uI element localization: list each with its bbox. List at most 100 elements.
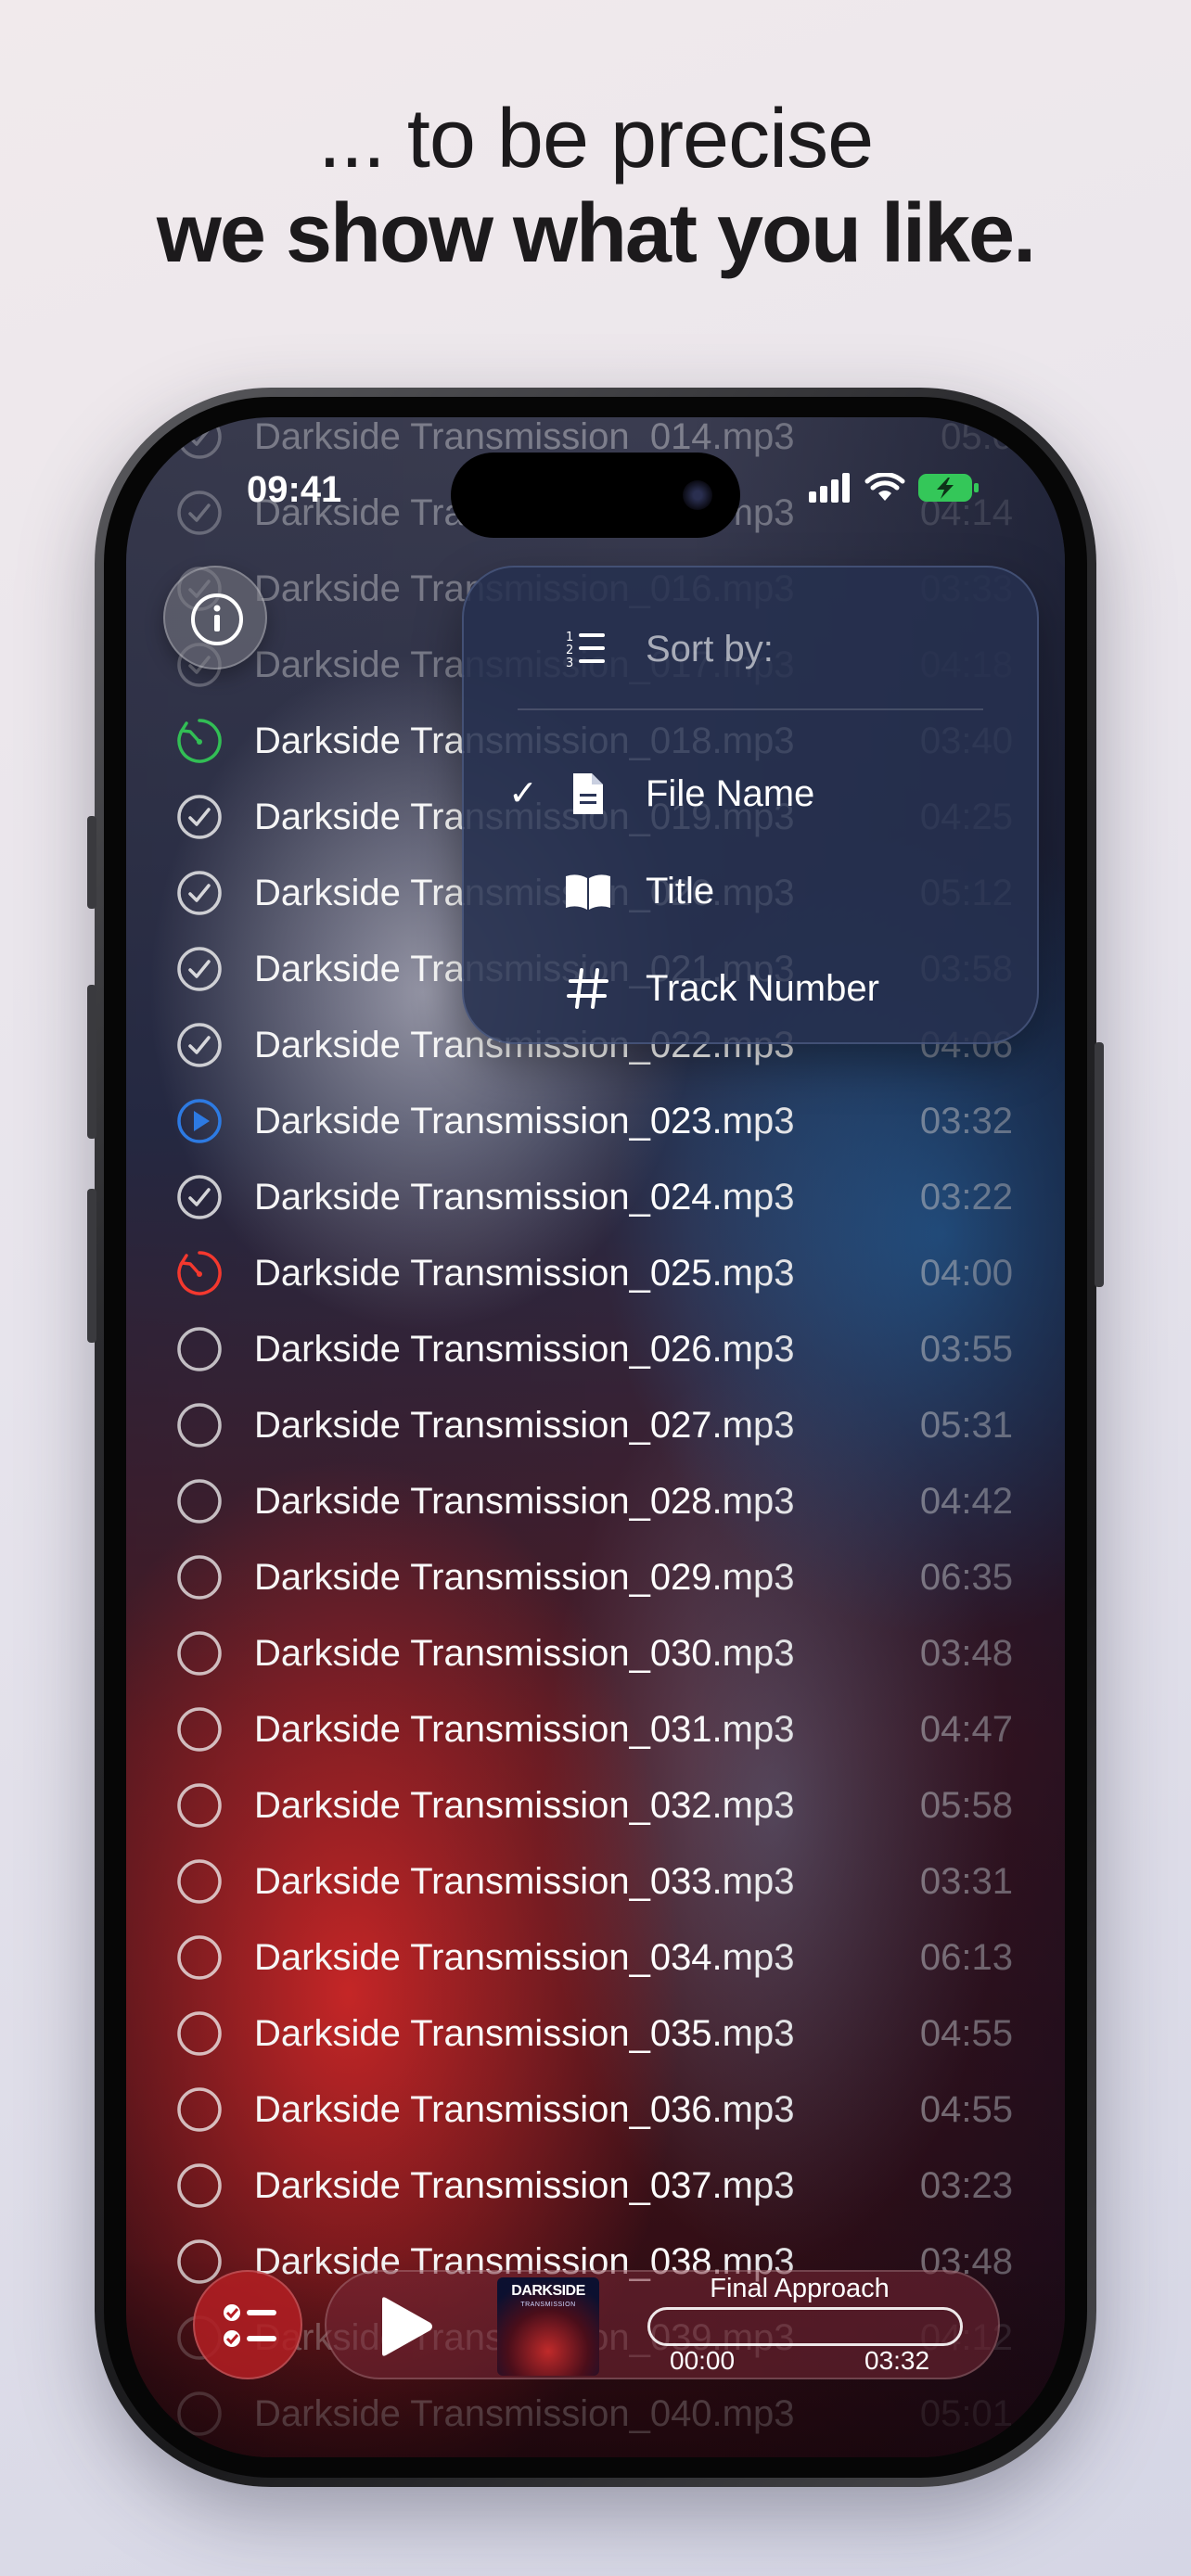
track-row[interactable]: Darkside Transmission_031.mp3 04:47 xyxy=(126,1691,1065,1767)
play-icon[interactable] xyxy=(373,2296,434,2357)
album-artwork[interactable]: DARKSIDE TRANSMISSION xyxy=(497,2277,599,2376)
sort-menu-header: 1 2 3 Sort by: xyxy=(464,612,1037,686)
empty-circle-icon xyxy=(176,2162,223,2209)
artwork-title: DARKSIDE xyxy=(511,2283,585,2299)
track-duration: 04:00 xyxy=(919,1253,1013,1294)
track-name: Darkside Transmission_023.mp3 xyxy=(254,1101,795,1141)
empty-circle-icon xyxy=(176,1554,223,1600)
track-duration: 03:31 xyxy=(919,1861,1013,1902)
sort-menu: 1 2 3 Sort by: ✓ File Name Title Track N… xyxy=(462,566,1039,1044)
track-duration: 05:31 xyxy=(919,1405,1013,1446)
track-row[interactable]: Darkside Transmission_030.mp3 03:48 xyxy=(126,1615,1065,1691)
artwork-subtitle: TRANSMISSION xyxy=(520,2302,576,2308)
sort-option-file-name[interactable]: ✓ File Name xyxy=(464,757,1037,831)
track-name: Darkside Transmission_035.mp3 xyxy=(254,2013,795,2054)
mini-player: DARKSIDE TRANSMISSION Final Approach 00:… xyxy=(325,2270,1000,2379)
checklist-icon xyxy=(224,2304,276,2347)
track-row[interactable]: Darkside Transmission_023.mp3 03:32 xyxy=(126,1083,1065,1159)
track-duration: 03:55 xyxy=(919,1329,1013,1370)
headline: ... to be precise we show what you like. xyxy=(0,93,1191,280)
track-duration: 04:55 xyxy=(919,2089,1013,2130)
sort-option-label: Title xyxy=(646,871,715,912)
track-row[interactable]: Darkside Transmission_035.mp3 04:55 xyxy=(126,1996,1065,2072)
track-name: Darkside Transmission_031.mp3 xyxy=(254,1709,795,1750)
camera-icon xyxy=(683,480,712,510)
empty-circle-icon xyxy=(176,1706,223,1753)
track-row[interactable]: Darkside Transmission_037.mp3 03:23 xyxy=(126,2148,1065,2224)
headline-line-1: ... to be precise xyxy=(317,93,874,185)
cellular-signal-icon xyxy=(809,473,850,503)
empty-circle-icon xyxy=(176,1402,223,1448)
empty-circle-icon xyxy=(176,1782,223,1829)
track-name: Darkside Transmission_033.mp3 xyxy=(254,1861,795,1902)
track-row[interactable]: Darkside Transmission_027.mp3 05:31 xyxy=(126,1387,1065,1463)
sort-menu-header-label: Sort by: xyxy=(646,629,774,670)
checkmark-circle-icon xyxy=(176,1174,223,1220)
track-row[interactable]: Darkside Transmission_029.mp3 06:35 xyxy=(126,1539,1065,1615)
track-duration: 06:35 xyxy=(919,1557,1013,1598)
checkmark-circle-icon xyxy=(176,417,223,460)
sort-option-title[interactable]: Title xyxy=(464,854,1037,928)
checkmark-icon: ✓ xyxy=(508,774,538,813)
wifi-icon xyxy=(864,473,905,501)
track-duration: 03:22 xyxy=(919,1177,1013,1218)
queue-button[interactable] xyxy=(193,2270,302,2379)
track-row[interactable]: Darkside Transmission_026.mp3 03:55 xyxy=(126,1311,1065,1387)
track-row[interactable]: Darkside Transmission_032.mp3 05:58 xyxy=(126,1767,1065,1843)
track-duration: 04:42 xyxy=(919,1481,1013,1522)
track-row[interactable]: Darkside Transmission_033.mp3 03:31 xyxy=(126,1843,1065,1919)
progress-timer-icon xyxy=(176,718,223,764)
volume-up-button xyxy=(87,985,96,1139)
power-button xyxy=(1095,1042,1104,1287)
sort-option-track-number[interactable]: Track Number xyxy=(464,951,1037,1026)
track-duration: 04:55 xyxy=(919,2013,1013,2054)
progress-bar[interactable] xyxy=(647,2307,963,2346)
total-time: 03:32 xyxy=(864,2346,930,2375)
info-button[interactable] xyxy=(163,566,267,670)
book-icon xyxy=(566,874,610,910)
volume-down-button xyxy=(87,1189,96,1343)
track-row[interactable]: Darkside Transmission_028.mp3 04:42 xyxy=(126,1463,1065,1539)
track-row[interactable]: Darkside Transmission_034.mp3 06:13 xyxy=(126,1919,1065,1996)
status-icons xyxy=(809,473,980,503)
checkmark-circle-icon xyxy=(176,946,223,992)
empty-circle-icon xyxy=(176,2010,223,2057)
empty-circle-icon xyxy=(176,1858,223,1905)
info-icon xyxy=(191,593,243,645)
track-name: Darkside Transmission_037.mp3 xyxy=(254,2165,795,2206)
sort-option-label: File Name xyxy=(646,773,815,814)
track-duration: 04:47 xyxy=(919,1709,1013,1750)
battery-charging-icon xyxy=(918,474,979,502)
empty-circle-icon xyxy=(176,1326,223,1372)
track-name: Darkside Transmission_025.mp3 xyxy=(254,1253,795,1294)
track-row[interactable]: Darkside Transmission_024.mp3 03:22 xyxy=(126,1159,1065,1235)
track-name: Darkside Transmission_034.mp3 xyxy=(254,1937,795,1978)
track-name: Darkside Transmission_027.mp3 xyxy=(254,1405,795,1446)
track-name: Darkside Transmission_036.mp3 xyxy=(254,2089,795,2130)
track-row[interactable]: Darkside Transmission_025.mp3 04:00 xyxy=(126,1235,1065,1311)
checkmark-circle-icon xyxy=(176,1022,223,1068)
hash-icon xyxy=(567,968,608,1009)
sort-option-label: Track Number xyxy=(646,968,879,1009)
play-circle-icon xyxy=(176,1098,223,1144)
svg-text:2: 2 xyxy=(566,644,573,657)
track-duration: 03:48 xyxy=(919,1633,1013,1674)
elapsed-time: 00:00 xyxy=(670,2346,736,2375)
track-name: Darkside Transmission_028.mp3 xyxy=(254,1481,795,1522)
empty-circle-icon xyxy=(176,1630,223,1677)
dynamic-island xyxy=(451,453,740,538)
track-name: Darkside Transmission_024.mp3 xyxy=(254,1177,795,1218)
track-duration: 05:0 xyxy=(941,417,1013,457)
track-duration: 06:13 xyxy=(919,1937,1013,1978)
checkmark-circle-icon xyxy=(176,870,223,916)
now-playing-title: Final Approach xyxy=(710,2274,890,2303)
numbered-list-icon: 1 2 3 xyxy=(566,631,605,670)
svg-text:1: 1 xyxy=(566,631,573,644)
track-name: Darkside Transmission_032.mp3 xyxy=(254,1785,795,1826)
track-row[interactable]: Darkside Transmission_036.mp3 04:55 xyxy=(126,2072,1065,2148)
headline-line-2: we show what you like. xyxy=(156,187,1036,280)
empty-circle-icon xyxy=(176,1478,223,1524)
track-name: Darkside Transmission_030.mp3 xyxy=(254,1633,795,1674)
phone-screen: Darkside Transmission_014.mp3 05:0 Darksid… xyxy=(126,417,1065,2457)
checkmark-circle-icon xyxy=(176,794,223,840)
